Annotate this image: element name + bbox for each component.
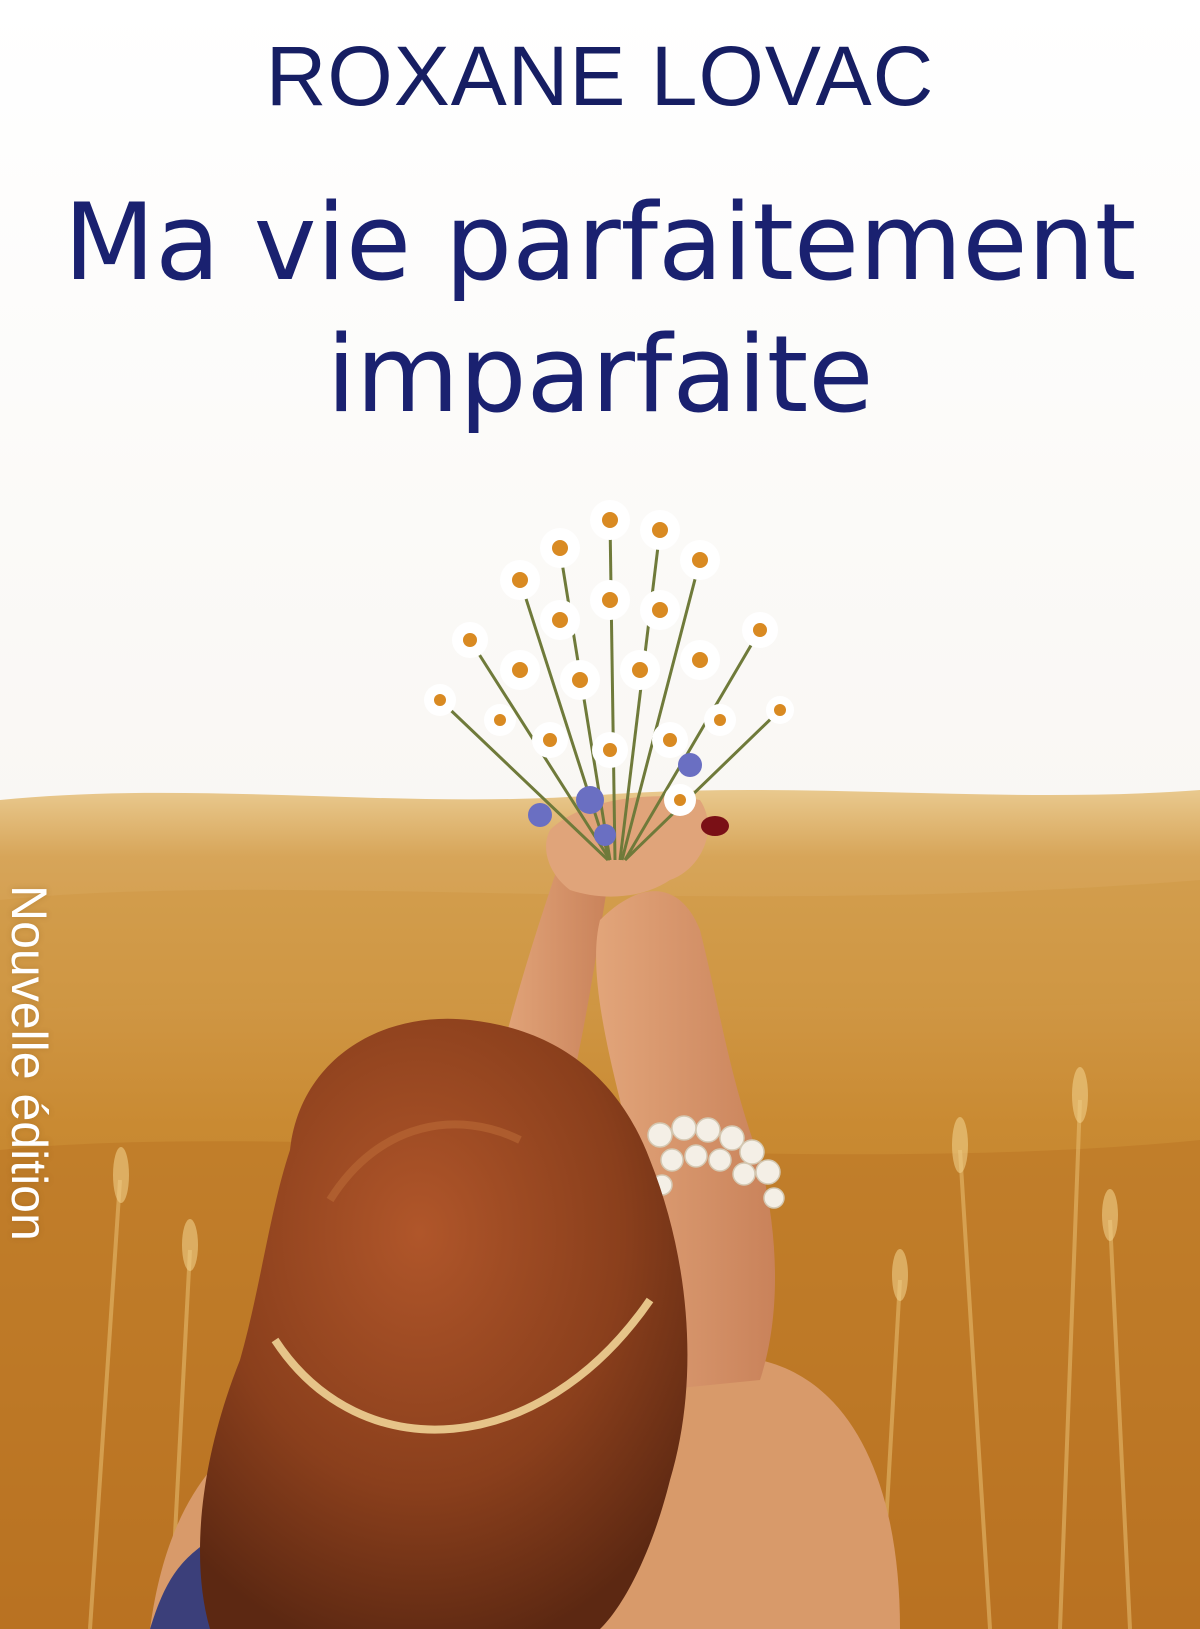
book-title-line-1: Ma vie parfaitement	[63, 181, 1137, 304]
edition-label: Nouvelle édition	[1, 885, 57, 1241]
book-title-line-2: imparfaite	[326, 313, 874, 436]
author-name: ROXANE LOVAC	[265, 29, 935, 123]
book-cover: ROXANE LOVAC Ma vie parfaitement imparfa…	[0, 0, 1200, 1629]
